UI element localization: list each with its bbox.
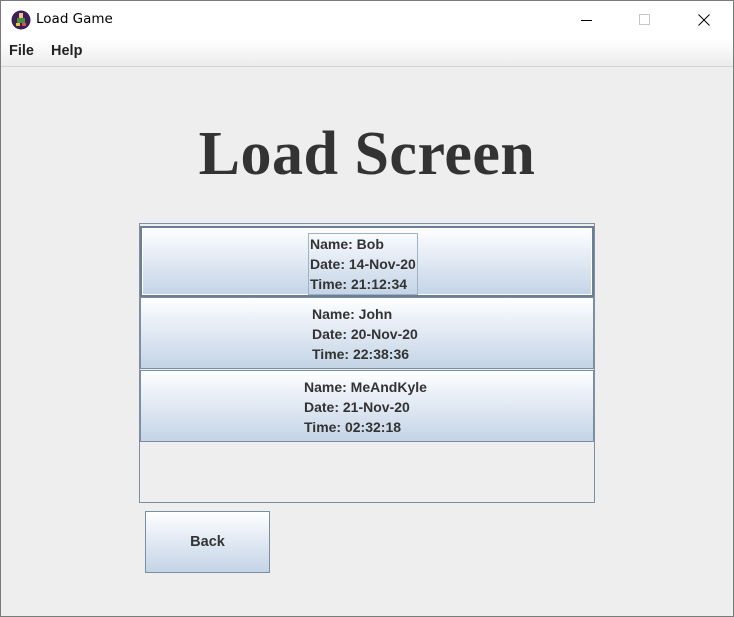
save-date: Date: 14-Nov-20 [310, 256, 416, 272]
save-name: Name: MeAndKyle [304, 379, 427, 395]
page-title: Load Screen [198, 120, 536, 188]
save-name: Name: John [312, 306, 393, 322]
save-entry-meandkyle[interactable]: Name: MeAndKyle Date: 21-Nov-20 Time: 02… [140, 370, 594, 442]
maximize-button[interactable] [622, 1, 668, 39]
save-date: Date: 20-Nov-20 [312, 326, 418, 342]
menu-bar: File Help [1, 39, 733, 67]
save-game-list[interactable]: Name: Bob Date: 14-Nov-20 Time: 21:12:34… [139, 223, 595, 503]
save-date: Date: 21-Nov-20 [304, 399, 410, 415]
save-entry-john[interactable]: Name: John Date: 20-Nov-20 Time: 22:38:3… [140, 297, 594, 369]
save-entry-text: Name: MeAndKyle Date: 21-Nov-20 Time: 02… [304, 377, 427, 437]
save-time: Time: 02:32:18 [304, 419, 402, 435]
minimize-icon [581, 20, 592, 21]
maximize-icon [639, 14, 650, 25]
back-button[interactable]: Back [145, 511, 270, 573]
menu-file[interactable]: File [9, 43, 34, 59]
save-time: Time: 21:12:34 [310, 276, 408, 292]
close-icon [698, 14, 710, 26]
save-time: Time: 22:38:36 [312, 346, 410, 362]
window-title: Load Game [36, 11, 113, 27]
menu-help[interactable]: Help [51, 43, 82, 59]
save-entry-bob[interactable]: Name: Bob Date: 14-Nov-20 Time: 21:12:34 [140, 226, 594, 297]
save-name: Name: Bob [310, 236, 384, 252]
load-game-window: Load Game File Help Load Screen Name: Bo… [0, 0, 734, 617]
save-entry-text: Name: John Date: 20-Nov-20 Time: 22:38:3… [312, 304, 418, 364]
close-button[interactable] [681, 1, 727, 39]
title-bar[interactable]: Load Game [1, 1, 733, 39]
game-app-icon [11, 10, 31, 30]
minimize-button[interactable] [564, 1, 610, 39]
save-entry-text: Name: Bob Date: 14-Nov-20 Time: 21:12:34 [308, 233, 418, 295]
